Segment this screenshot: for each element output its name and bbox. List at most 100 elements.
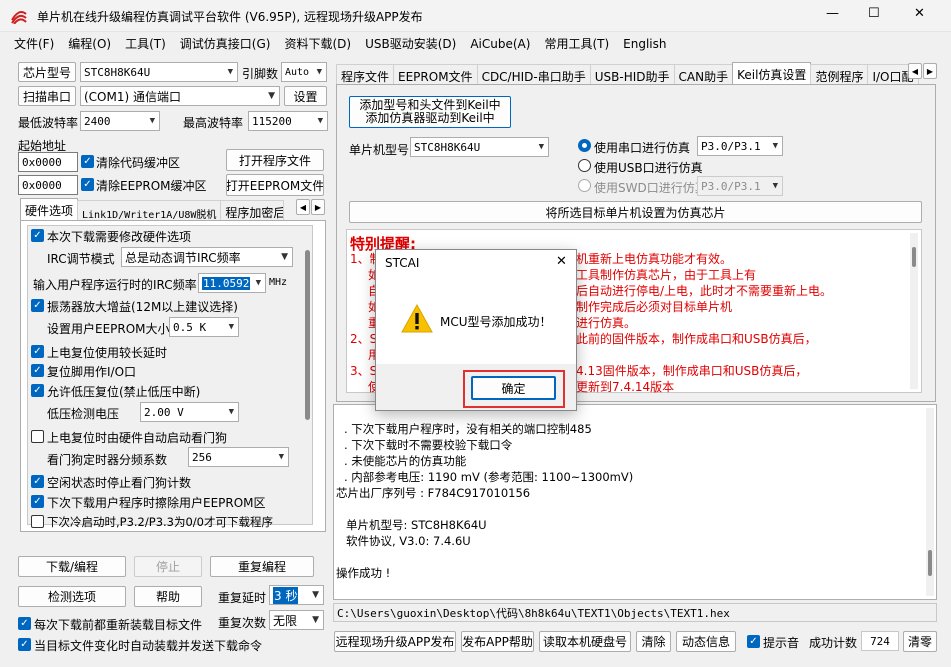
idle-stop-watchdog-checkbox[interactable]: ✓: [31, 475, 44, 488]
log-scroll-thumb[interactable]: [928, 550, 932, 576]
irc-frequency-select[interactable]: 11.0592 ▼: [198, 273, 266, 293]
maximize-icon[interactable]: ☐: [868, 6, 880, 21]
tab-scroll-left-icon[interactable]: ◀: [908, 63, 922, 79]
set-target-emulator-button[interactable]: 将所选目标单片机设置为仿真芯片: [349, 201, 922, 223]
watchdog-divider-select[interactable]: 256 ▼: [188, 447, 289, 467]
tab-scroll-left-icon[interactable]: ◀: [296, 199, 310, 215]
eeprom-start-address-input[interactable]: 0x0000: [18, 175, 78, 195]
clear-eeprom-checkbox[interactable]: ✓: [81, 178, 94, 191]
add-to-keil-button[interactable]: 添加型号和头文件到Keil中 添加仿真器驱动到Keil中: [349, 96, 511, 128]
cold-start-p32-checkbox[interactable]: [31, 515, 44, 528]
serial-port-pins-select[interactable]: P3.0/P3.1 ▼: [697, 136, 783, 156]
reset-count-button[interactable]: 清零: [903, 631, 937, 652]
chip-model-select[interactable]: STC8H8K64U ▼: [80, 62, 238, 82]
serial-debug-radio[interactable]: [578, 139, 591, 152]
serial-port-pins-value: P3.0/P3.1: [701, 139, 761, 153]
repeat-delay-select[interactable]: 3 秒 ▼: [269, 585, 324, 605]
tab-scroll-right-icon[interactable]: ▶: [923, 63, 937, 79]
tab-examples[interactable]: 范例程序: [810, 64, 869, 84]
usb-debug-radio[interactable]: [578, 159, 591, 172]
irc-frequency-label: 输入用户程序运行时的IRC频率: [33, 278, 197, 292]
read-disk-id-button[interactable]: 读取本机硬盘号: [539, 631, 631, 652]
close-icon[interactable]: ✕: [914, 6, 925, 21]
stop-button[interactable]: 停止: [134, 556, 202, 577]
long-reset-delay-checkbox[interactable]: ✓: [31, 345, 44, 358]
scan-port-button[interactable]: 扫描串口: [18, 86, 76, 106]
log-scrollbar[interactable]: [926, 408, 934, 596]
help-button[interactable]: 帮助: [134, 586, 202, 607]
dynamic-info-button[interactable]: 动态信息: [676, 631, 736, 652]
detect-options-button[interactable]: 检测选项: [18, 586, 126, 607]
chevron-down-icon: ▼: [228, 407, 234, 417]
tab-scroll-right-icon[interactable]: ▶: [311, 199, 325, 215]
low-voltage-reset-label: 允许低压复位(禁止低压中断): [47, 385, 201, 399]
message-dialog: STCAI ✕ MCU型号添加成功！ 确定: [375, 249, 577, 411]
tab-hardware-options[interactable]: 硬件选项: [20, 198, 79, 220]
pin-count-select[interactable]: Auto ▼: [281, 62, 327, 82]
swd-port-pins-select[interactable]: P3.0/P3.1 ▼: [697, 176, 783, 196]
max-baud-label: 最高波特率: [183, 116, 244, 130]
reload-each-checkbox[interactable]: ✓: [18, 617, 31, 630]
notice-scrollbar[interactable]: [910, 233, 918, 389]
beep-checkbox[interactable]: ✓: [747, 635, 760, 648]
log-line: . 下次下载用户程序时，没有相关的端口控制485: [344, 422, 592, 436]
tab-can[interactable]: CAN助手: [673, 64, 734, 84]
modify-hardware-checkbox[interactable]: ✓: [31, 229, 44, 242]
dialog-close-icon[interactable]: ✕: [556, 254, 567, 269]
menu-file[interactable]: 文件(F): [0, 32, 61, 54]
reset-pin-io-checkbox[interactable]: ✓: [31, 364, 44, 377]
clear-code-checkbox[interactable]: ✓: [81, 155, 94, 168]
eeprom-size-select[interactable]: 0.5 K ▼: [169, 317, 239, 337]
menu-download[interactable]: 资料下载(D): [277, 32, 358, 54]
low-voltage-select[interactable]: 2.00 V ▼: [140, 402, 239, 422]
tab-serial-assistant[interactable]: CDC/HID-串口助手: [476, 64, 591, 84]
publish-app-button[interactable]: 远程现场升级APP发布: [334, 631, 456, 652]
tab-encryption[interactable]: 程序加密后: [220, 200, 285, 220]
menu-english[interactable]: English: [616, 34, 673, 56]
notice-scroll-thumb[interactable]: [912, 247, 916, 267]
menu-usb-driver[interactable]: USB驱动安装(D): [358, 32, 463, 54]
irc-frequency-value: 11.0592: [202, 276, 251, 290]
options-scrollbar[interactable]: [304, 240, 312, 520]
notice-line: 4.13固件版本，制作成串口和USB仿真后，: [576, 364, 808, 378]
log-line: . 未使能芯片的仿真功能: [344, 454, 467, 468]
menu-debug[interactable]: 调试仿真接口(G): [173, 32, 278, 54]
open-program-file-button[interactable]: 打开程序文件: [226, 149, 324, 171]
menu-bar: 文件(F) 编程(O) 工具(T) 调试仿真接口(G) 资料下载(D) USB驱动安装(D…: [0, 32, 951, 54]
tab-offline-writer[interactable]: Link1D/Writer1A/U8W脱机: [77, 200, 222, 221]
download-program-button[interactable]: 下载/编程: [18, 556, 126, 577]
options-scroll-thumb[interactable]: [305, 250, 310, 420]
menu-common-tools[interactable]: 常用工具(T): [537, 32, 616, 54]
min-baud-select[interactable]: 2400 ▼: [80, 111, 160, 131]
repeat-count-select[interactable]: 无限 ▼: [269, 610, 324, 630]
warning-icon: [401, 304, 433, 333]
auto-watchdog-checkbox[interactable]: [31, 430, 44, 443]
minimize-icon[interactable]: —: [826, 6, 839, 21]
port-settings-button[interactable]: 设置: [284, 86, 327, 106]
oscillator-gain-checkbox[interactable]: ✓: [31, 299, 44, 312]
erase-eeprom-checkbox[interactable]: ✓: [31, 495, 44, 508]
irc-mode-select[interactable]: 总是动态调节IRC频率 ▼: [121, 247, 293, 267]
clear-log-button[interactable]: 清除: [636, 631, 671, 652]
menu-aicube[interactable]: AiCube(A): [463, 34, 537, 56]
chevron-down-icon: ▼: [255, 278, 261, 288]
repeat-program-button[interactable]: 重复编程: [210, 556, 314, 577]
publish-app-help-button[interactable]: 发布APP帮助: [461, 631, 534, 652]
max-baud-select[interactable]: 115200 ▼: [248, 111, 328, 131]
mcu-model-select[interactable]: STC8H8K64U ▼: [410, 137, 549, 157]
open-eeprom-file-button[interactable]: 打开EEPROM文件: [226, 174, 324, 196]
tab-eeprom-file[interactable]: EEPROM文件: [393, 64, 478, 84]
com-port-select[interactable]: (COM1) 通信端口 ▼: [80, 86, 280, 106]
menu-program[interactable]: 编程(O): [61, 32, 118, 54]
auto-reload-checkbox[interactable]: ✓: [18, 638, 31, 651]
chip-model-button[interactable]: 芯片型号: [18, 62, 76, 82]
code-start-address-input[interactable]: 0x0000: [18, 152, 78, 172]
auto-watchdog-label: 上电复位时由硬件自动启动看门狗: [47, 431, 228, 445]
tab-keil-debug[interactable]: Keil仿真设置: [732, 62, 812, 84]
tab-usb-hid[interactable]: USB-HID助手: [589, 64, 675, 84]
swd-debug-radio[interactable]: [578, 179, 591, 192]
low-voltage-reset-checkbox[interactable]: ✓: [31, 384, 44, 397]
menu-tools[interactable]: 工具(T): [118, 32, 173, 54]
ok-button[interactable]: 确定: [471, 376, 556, 400]
tab-program-file[interactable]: 程序文件: [336, 64, 395, 84]
